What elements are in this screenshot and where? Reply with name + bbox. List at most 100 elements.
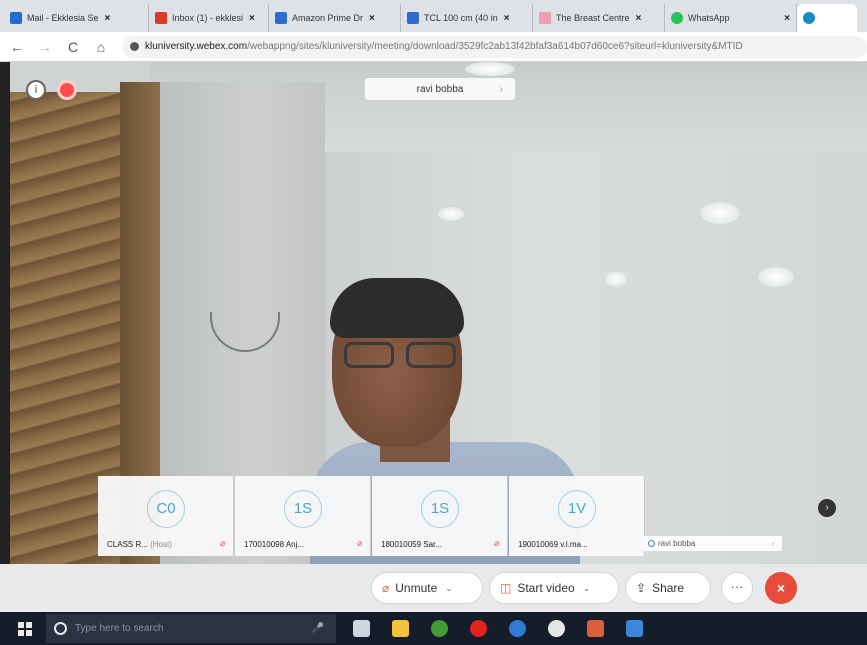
- video-stage: i ravi bobba › C0 CLASS R... (Host) ⌀ 1S…: [0, 62, 867, 564]
- video-background: [465, 62, 515, 76]
- ribbon-icon: [539, 12, 551, 24]
- self-name: ravi bobba: [658, 539, 696, 548]
- participant-tile[interactable]: 1V 190010069 v.l.ma...: [509, 476, 645, 556]
- close-icon[interactable]: ×: [784, 13, 790, 24]
- tab-breast-centre[interactable]: The Breast Centre ×: [533, 4, 665, 32]
- cortana-icon: [54, 622, 67, 635]
- video-background: [438, 207, 464, 221]
- chevron-right-icon: ›: [771, 539, 774, 548]
- browser-toolbar: ← → C ⌂ kluniversity.webex.com/webappng/…: [0, 32, 867, 62]
- url-host: kluniversity.webex.com: [145, 41, 248, 52]
- screen: Mail - Ekklesia Se × Inbox (1) - ekklesi…: [0, 0, 867, 645]
- info-icon[interactable]: i: [26, 80, 46, 100]
- avatar: 1S: [421, 490, 459, 528]
- tab-mail[interactable]: Mail - Ekklesia Se ×: [4, 4, 149, 32]
- forward-icon[interactable]: →: [34, 39, 56, 55]
- avatar: C0: [147, 490, 185, 528]
- leave-meeting-button[interactable]: ×: [765, 572, 797, 604]
- self-view-label[interactable]: ravi bobba ›: [644, 536, 782, 551]
- tab-title: TCL 100 cm (40 in: [424, 13, 498, 23]
- windows-taskbar: Type here to search 🎤: [0, 612, 867, 645]
- gmail-icon: [155, 12, 167, 24]
- unmute-button[interactable]: ⌀ Unmute ⌄: [371, 572, 483, 604]
- tab-amazon[interactable]: Amazon Prime Dr ×: [269, 4, 401, 32]
- file-explorer-icon[interactable]: [392, 620, 409, 637]
- mic-muted-icon: ⌀: [382, 581, 390, 595]
- avatar: 1V: [558, 490, 596, 528]
- more-options-button[interactable]: ···: [721, 572, 753, 604]
- video-off-icon: ◫: [500, 581, 512, 595]
- tab-tcl[interactable]: TCL 100 cm (40 in ×: [401, 4, 533, 32]
- amazon-icon: [407, 12, 419, 24]
- participant-name: 170010098 Anj...: [244, 540, 305, 549]
- lock-icon: [130, 42, 139, 51]
- participant-tile[interactable]: C0 CLASS R... (Host) ⌀: [98, 476, 234, 556]
- tab-webex[interactable]: [797, 4, 857, 32]
- whatsapp-icon: [671, 12, 683, 24]
- participant-name-text: CLASS R...: [107, 540, 148, 549]
- close-icon[interactable]: ×: [636, 13, 642, 24]
- tab-title: Mail - Ekklesia Se: [27, 13, 99, 23]
- opera-icon[interactable]: [470, 620, 487, 637]
- participant-tile[interactable]: 1S 170010098 Anj... ⌀: [235, 476, 371, 556]
- tab-title: WhatsApp: [688, 13, 730, 23]
- task-view-icon[interactable]: [353, 620, 370, 637]
- tab-title: Inbox (1) - ekklesi: [172, 13, 244, 23]
- url-path: /webappng/sites/kluniversity/meeting/dow…: [247, 41, 743, 52]
- meeting-controls: ⌀ Unmute ⌄ ◫ Start video ⌄ ⇪ Share ··· ×: [0, 564, 867, 612]
- tab-whatsapp[interactable]: WhatsApp ×: [665, 4, 797, 32]
- share-button[interactable]: ⇪ Share: [625, 572, 711, 604]
- tab-gmail[interactable]: Inbox (1) - ekklesi ×: [149, 4, 269, 32]
- share-label: Share: [652, 581, 685, 595]
- host-badge: (Host): [150, 540, 172, 549]
- settings-icon[interactable]: [548, 620, 565, 637]
- participant-name: 190010069 v.l.ma...: [518, 540, 588, 549]
- windows-start-icon[interactable]: [18, 622, 32, 636]
- video-background: [0, 62, 10, 564]
- chevron-right-icon: ›: [499, 83, 503, 95]
- close-icon[interactable]: ×: [105, 13, 111, 24]
- browser-tabstrip: Mail - Ekklesia Se × Inbox (1) - ekklesi…: [0, 0, 867, 32]
- amazon-icon: [275, 12, 287, 24]
- active-speaker-name: ravi bobba: [416, 83, 464, 95]
- edge-icon[interactable]: [509, 620, 526, 637]
- participant-tile[interactable]: 1S 180010059 Sar... ⌀: [372, 476, 508, 556]
- mic-muted-icon: ⌀: [357, 538, 363, 548]
- chevron-down-icon[interactable]: ⌄: [583, 583, 591, 594]
- photos-app-icon[interactable]: [626, 620, 643, 637]
- start-video-label: Start video: [517, 581, 575, 595]
- video-background: [344, 342, 462, 372]
- search-placeholder: Type here to search: [75, 623, 164, 634]
- home-icon[interactable]: ⌂: [90, 39, 112, 55]
- chevron-down-icon[interactable]: ⌄: [445, 583, 453, 594]
- avatar: 1S: [284, 490, 322, 528]
- active-speaker-label[interactable]: ravi bobba ›: [365, 78, 515, 100]
- address-bar[interactable]: kluniversity.webex.com/webappng/sites/kl…: [122, 35, 867, 58]
- recording-indicator-icon[interactable]: [57, 80, 77, 100]
- taskbar-search-input[interactable]: Type here to search 🎤: [46, 614, 336, 643]
- video-background: [330, 278, 464, 338]
- unmute-label: Unmute: [395, 581, 438, 595]
- calendar-app-icon[interactable]: [587, 620, 604, 637]
- mic-muted-icon: ⌀: [220, 538, 226, 548]
- mic-muted-icon: ⌀: [494, 538, 500, 548]
- outlook-icon: [10, 12, 22, 24]
- participant-filmstrip: C0 CLASS R... (Host) ⌀ 1S 170010098 Anj.…: [98, 476, 782, 556]
- microphone-icon: 🎤: [311, 623, 324, 634]
- video-background: [700, 202, 740, 224]
- participant-name: CLASS R... (Host): [107, 540, 172, 549]
- webex-icon: [648, 540, 655, 547]
- webex-icon: [803, 12, 815, 24]
- close-icon[interactable]: ×: [249, 13, 255, 24]
- share-icon: ⇪: [636, 581, 647, 595]
- start-video-button[interactable]: ◫ Start video ⌄: [489, 572, 619, 604]
- chrome-icon[interactable]: [431, 620, 448, 637]
- video-background: [605, 272, 627, 286]
- tab-title: The Breast Centre: [556, 13, 630, 23]
- close-icon[interactable]: ×: [504, 13, 510, 24]
- close-icon[interactable]: ×: [369, 13, 375, 24]
- participant-name: 180010059 Sar...: [381, 540, 442, 549]
- reload-icon[interactable]: C: [62, 39, 84, 55]
- next-page-icon[interactable]: ›: [818, 499, 836, 517]
- back-icon[interactable]: ←: [6, 39, 28, 55]
